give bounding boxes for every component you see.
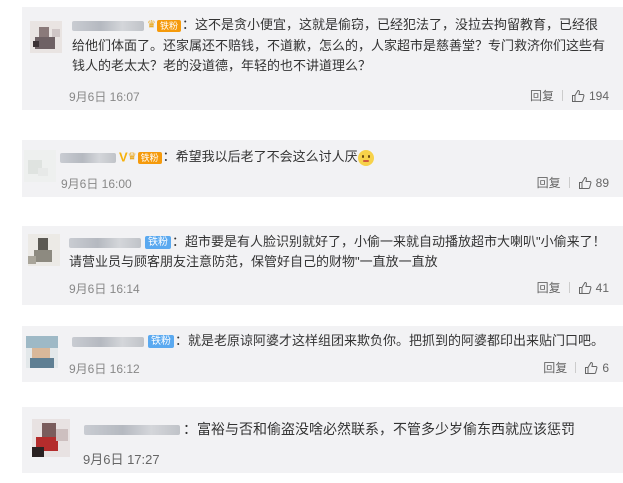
reply-button[interactable]: 回复	[537, 279, 561, 296]
fan-badge: 铁粉	[156, 19, 181, 32]
divider	[568, 282, 570, 293]
username[interactable]	[72, 336, 144, 347]
comment-card: ：富裕与否和偷盗没啥必然联系，不管多少岁偷东西就应该惩罚 9月6日 17:27	[22, 407, 623, 473]
reply-button[interactable]: 回复	[530, 87, 554, 104]
fan-badge: 铁粉	[148, 335, 174, 349]
like-count: 89	[595, 175, 609, 190]
divider	[561, 90, 563, 101]
like-button[interactable]: 194	[571, 89, 609, 103]
comment-text: ♛ 铁粉 ：这不是贪小便宜，这就是偷窃，已经犯法了，没拉去拘留教育，已经很给他们体面…	[72, 15, 609, 76]
like-button[interactable]: 41	[578, 281, 609, 295]
thumbs-up-icon	[585, 361, 598, 374]
comment-time: 9月6日 16:14	[69, 282, 140, 296]
comment-actions: 回复 6	[543, 359, 609, 376]
avatar[interactable]	[32, 419, 70, 457]
username[interactable]	[72, 20, 144, 31]
thumbs-up-icon	[578, 176, 592, 189]
comment-time: 9月6日 16:07	[69, 90, 140, 104]
comment-text: 铁粉 ：超市要是有人脸识别就好了，小偷一来就自动播放超市大喇叭"小偷来了！请营业员…	[69, 232, 609, 272]
fan-badge: 铁粉	[145, 236, 171, 250]
avatar[interactable]	[28, 234, 60, 266]
divider	[575, 362, 577, 373]
avatar[interactable]	[26, 336, 58, 368]
comment-actions: 回复 194	[530, 87, 609, 104]
smug-face-emoji-icon	[357, 149, 374, 166]
comment-card: 铁粉 ：就是老原谅阿婆才这样组团来欺负你。把抓到的阿婆都印出来贴门口吧。 9月6日…	[22, 326, 623, 382]
comment-text: ：富裕与否和偷盗没啥必然联系，不管多少岁偷东西就应该惩罚	[84, 419, 609, 439]
crown-icon: ♛	[147, 19, 156, 31]
comment-body: ：希望我以后老了不会这么讨人厌	[162, 149, 358, 164]
comment-actions: 回复 89	[537, 174, 609, 191]
verified-icon: V	[119, 149, 128, 165]
thumbs-up-icon	[578, 281, 592, 294]
like-button[interactable]: 6	[584, 361, 609, 375]
comment-card: V♛ 铁粉 ：希望我以后老了不会这么讨人厌 9月6日 16:00 回复 89	[22, 140, 623, 197]
comment-actions: 回复 41	[537, 279, 609, 296]
crown-icon: ♛	[127, 151, 137, 163]
like-count: 41	[595, 280, 609, 295]
fan-badge: 铁粉	[137, 151, 162, 164]
comment-body: ：就是老原谅阿婆才这样组团来欺负你。把抓到的阿婆都印出来贴门口吧。	[175, 333, 605, 348]
comment-time: 9月6日 16:00	[61, 177, 132, 191]
comment-body: ：富裕与否和偷盗没啥必然联系，不管多少岁偷东西就应该惩罚	[183, 421, 575, 437]
divider	[568, 177, 570, 188]
comment-card: ♛ 铁粉 ：这不是贪小便宜，这就是偷窃，已经犯法了，没拉去拘留教育，已经很给他们体面…	[22, 7, 623, 110]
reply-button[interactable]: 回复	[537, 174, 561, 191]
comment-text: V♛ 铁粉 ：希望我以后老了不会这么讨人厌	[60, 147, 609, 168]
like-button[interactable]: 89	[578, 176, 609, 190]
like-count: 6	[602, 360, 609, 375]
like-count: 194	[588, 88, 609, 103]
thumbs-up-icon	[571, 89, 585, 102]
username[interactable]	[60, 152, 116, 163]
username[interactable]	[69, 237, 141, 248]
username[interactable]	[84, 425, 180, 436]
comment-card: 铁粉 ：超市要是有人脸识别就好了，小偷一来就自动播放超市大喇叭"小偷来了！请营业员…	[22, 226, 623, 305]
avatar[interactable]	[30, 21, 62, 53]
comment-time: 9月6日 16:12	[69, 362, 140, 376]
comment-text: 铁粉 ：就是老原谅阿婆才这样组团来欺负你。把抓到的阿婆都印出来贴门口吧。	[72, 331, 609, 351]
reply-button[interactable]: 回复	[543, 359, 567, 376]
comment-time: 9月6日 17:27	[83, 452, 160, 467]
avatar[interactable]	[24, 150, 56, 182]
